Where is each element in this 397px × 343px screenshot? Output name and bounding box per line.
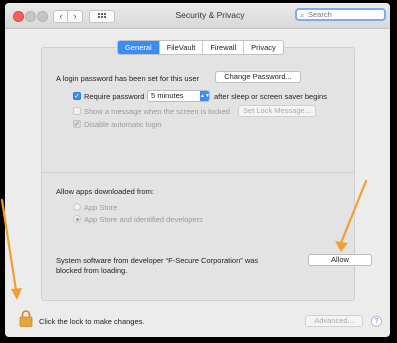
section-divider: [42, 172, 354, 173]
tab-bar: General FileVault Firewall Privacy: [117, 40, 284, 55]
search-field[interactable]: ⌕: [295, 8, 386, 21]
radio-app-store[interactable]: [73, 203, 81, 211]
require-password-label: Require password: [84, 92, 145, 101]
forward-button[interactable]: ›: [67, 10, 83, 23]
allow-button[interactable]: Allow: [308, 254, 372, 266]
lock-message: Click the lock to make changes.: [39, 317, 145, 326]
require-password-delay-value: 5 minutes: [151, 91, 184, 100]
tab-firewall[interactable]: Firewall: [202, 41, 243, 54]
tab-privacy[interactable]: Privacy: [243, 41, 283, 54]
help-button[interactable]: ?: [371, 316, 382, 327]
show-all-grid-button[interactable]: [89, 10, 115, 23]
require-password-delay-select[interactable]: 5 minutes ▲▼: [147, 90, 210, 102]
tab-filevault[interactable]: FileVault: [158, 41, 203, 54]
advanced-button[interactable]: Advanced...: [305, 315, 363, 327]
allow-apps-heading: Allow apps downloaded from:: [56, 187, 154, 196]
disable-auto-login-checkbox[interactable]: ✓: [73, 120, 81, 128]
radio-app-store-label: App Store: [84, 203, 118, 212]
search-input[interactable]: [308, 10, 384, 19]
general-panel: A login password has been set for this u…: [41, 47, 372, 301]
chevron-updown-icon: ▲▼: [200, 91, 210, 101]
window-title: Security & Privacy: [175, 10, 245, 20]
minimize-window-button[interactable]: [25, 11, 36, 22]
lock-icon[interactable]: [19, 310, 33, 327]
blocked-message-line2: blocked from loading.: [56, 266, 128, 275]
show-message-label: Show a message when the screen is locked: [84, 107, 230, 116]
login-password-message: A login password has been set for this u…: [56, 74, 199, 83]
require-password-suffix: after sleep or screen saver begins: [214, 92, 327, 101]
title-bar: ‹ › Security & Privacy ⌕: [5, 3, 390, 29]
change-password-button[interactable]: Change Password...: [215, 71, 301, 83]
disable-auto-login-label: Disable automatic login: [84, 120, 162, 129]
zoom-window-button[interactable]: [37, 11, 48, 22]
tab-general[interactable]: General: [118, 41, 159, 54]
close-window-button[interactable]: [13, 11, 24, 22]
radio-identified-developers-label: App Store and identified developers: [84, 215, 203, 224]
radio-identified-developers[interactable]: [73, 215, 81, 223]
preferences-window: ‹ › Security & Privacy ⌕ General FileVau…: [5, 3, 390, 337]
require-password-checkbox[interactable]: ✓: [73, 92, 81, 100]
search-icon: ⌕: [300, 11, 305, 20]
set-lock-message-button[interactable]: Set Lock Message...: [238, 105, 316, 117]
blocked-message-line1: System software from developer “F-Secure…: [56, 256, 259, 265]
show-message-checkbox[interactable]: [73, 107, 81, 115]
